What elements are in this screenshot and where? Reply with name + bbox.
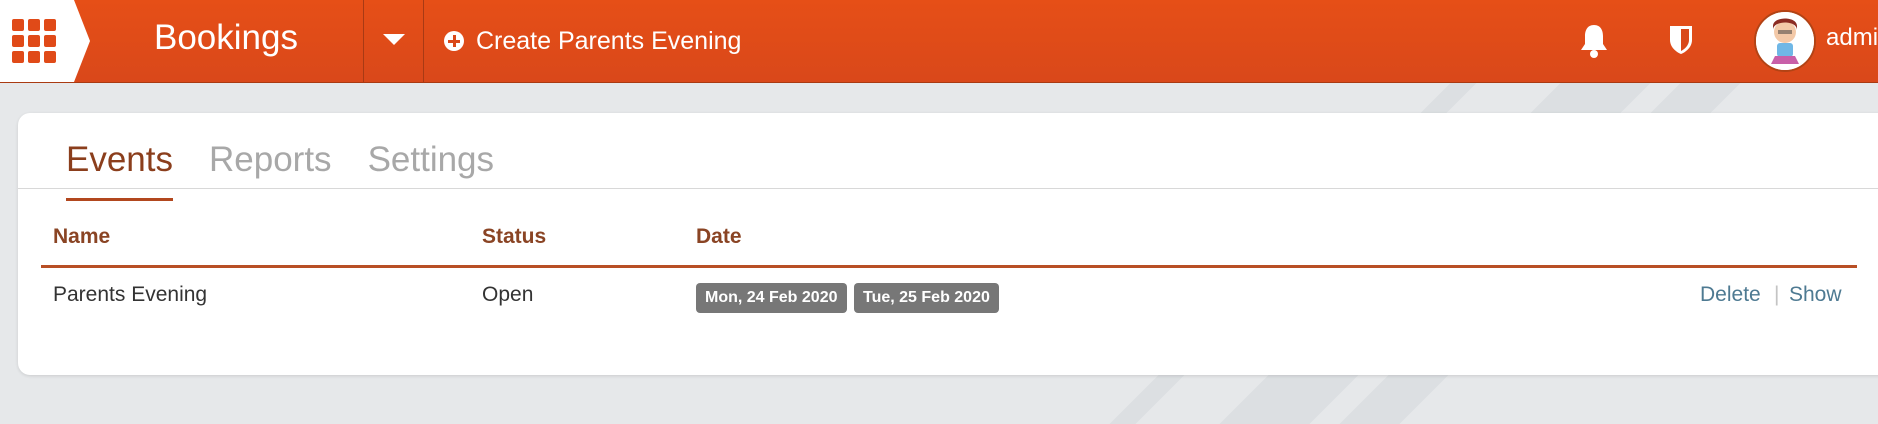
- show-link[interactable]: Show: [1789, 283, 1842, 307]
- column-header-date[interactable]: Date: [696, 225, 742, 249]
- event-status: Open: [482, 283, 534, 306]
- create-button-label: Create Parents Evening: [476, 26, 742, 55]
- top-bar: Bookings Create Parents Evening admin: [0, 0, 1878, 83]
- table-header-divider: [41, 265, 1857, 268]
- tab-events[interactable]: Events: [66, 129, 173, 201]
- divider: [423, 0, 424, 82]
- bell-icon[interactable]: [1577, 22, 1611, 60]
- events-panel: Events Reports Settings Name Status Date…: [18, 113, 1878, 375]
- user-name[interactable]: admin: [1826, 24, 1878, 52]
- action-separator: |: [1774, 283, 1780, 306]
- create-parents-evening-button[interactable]: Create Parents Evening: [444, 0, 741, 82]
- column-header-name[interactable]: Name: [53, 225, 110, 249]
- caret-down-icon: [383, 34, 405, 45]
- grid-icon: [12, 19, 56, 63]
- avatar-image: [1756, 12, 1814, 70]
- event-name: Parents Evening: [53, 283, 208, 306]
- plus-circle-icon: [444, 31, 464, 51]
- shield-icon[interactable]: [1668, 24, 1694, 56]
- date-badge: Mon, 24 Feb 2020: [696, 283, 847, 313]
- tabs-divider: [18, 188, 1878, 189]
- date-badge: Tue, 25 Feb 2020: [854, 283, 999, 313]
- delete-link[interactable]: Delete: [1700, 283, 1761, 307]
- tab-reports[interactable]: Reports: [209, 129, 332, 201]
- app-title: Bookings: [154, 18, 298, 57]
- app-menu-dropdown-button[interactable]: [364, 0, 424, 82]
- user-avatar[interactable]: [1754, 10, 1816, 72]
- app-launcher-button[interactable]: [0, 0, 90, 82]
- tab-settings[interactable]: Settings: [368, 129, 494, 201]
- column-header-status[interactable]: Status: [482, 225, 546, 249]
- tab-bar: Events Reports Settings: [66, 129, 530, 201]
